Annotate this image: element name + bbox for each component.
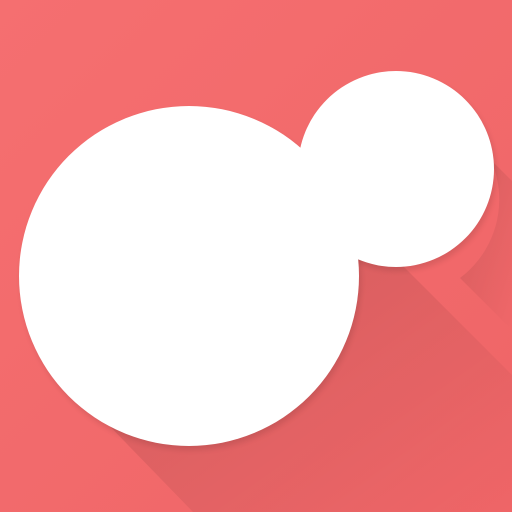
small-bubble	[298, 71, 494, 267]
app-icon	[0, 0, 512, 512]
bubbles-icon	[0, 0, 512, 512]
